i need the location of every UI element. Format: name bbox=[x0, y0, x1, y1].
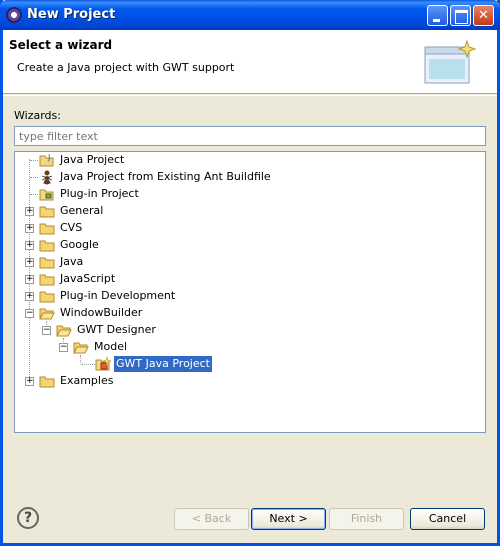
tree-item-label: Examples bbox=[60, 374, 114, 387]
tree-connector bbox=[30, 160, 38, 161]
plugin-project-icon bbox=[39, 189, 54, 201]
banner-title: Select a wizard bbox=[9, 38, 113, 52]
folder-open-icon bbox=[56, 325, 72, 337]
tree-item-label: CVS bbox=[60, 221, 83, 234]
ant-icon bbox=[41, 170, 53, 185]
tree-connector bbox=[81, 364, 95, 365]
help-icon[interactable]: ? bbox=[17, 507, 39, 529]
expand-cvs-toggle[interactable]: + bbox=[25, 224, 34, 233]
svg-text:J: J bbox=[47, 153, 50, 162]
minimize-button[interactable] bbox=[427, 5, 448, 26]
tree-connector bbox=[29, 159, 30, 381]
tree-item-label: Java bbox=[60, 255, 84, 268]
cancel-button[interactable]: Cancel bbox=[410, 508, 485, 530]
folder-icon bbox=[39, 291, 55, 303]
tree-connector bbox=[30, 194, 38, 195]
gwt-project-icon bbox=[95, 356, 111, 371]
folder-icon bbox=[39, 376, 55, 388]
tree-item-label: General bbox=[60, 204, 104, 217]
window-title: New Project bbox=[27, 7, 116, 22]
close-button[interactable]: ✕ bbox=[473, 5, 494, 26]
finish-button[interactable]: Finish bbox=[329, 508, 404, 530]
collapse-windowbuilder-toggle[interactable]: − bbox=[25, 309, 34, 318]
next-button[interactable]: Next > bbox=[251, 508, 326, 530]
java-project-icon: J bbox=[39, 153, 54, 167]
expand-javascript-toggle[interactable]: + bbox=[25, 275, 34, 284]
expand-plugin-development-toggle[interactable]: + bbox=[25, 292, 34, 301]
maximize-button[interactable] bbox=[450, 5, 471, 26]
expand-examples-toggle[interactable]: + bbox=[25, 377, 34, 386]
tree-item-label: Java Project from Existing Ant Buildfile bbox=[60, 170, 271, 183]
tree-item-label: GWT Java Project bbox=[114, 356, 212, 372]
folder-icon bbox=[39, 240, 55, 252]
tree-item-label: Java Project bbox=[60, 153, 125, 166]
filter-input[interactable] bbox=[14, 126, 486, 146]
collapse-model-toggle[interactable]: − bbox=[59, 343, 68, 352]
dialog-content: Select a wizard Create a Java project wi… bbox=[3, 30, 497, 543]
banner-description: Create a Java project with GWT support bbox=[17, 61, 235, 74]
wizard-banner: Select a wizard Create a Java project wi… bbox=[3, 30, 497, 94]
tree-item-label: Google bbox=[60, 238, 99, 251]
eclipse-icon bbox=[6, 7, 22, 23]
tree-item-label: JavaScript bbox=[60, 272, 116, 285]
new-wizard-icon bbox=[424, 39, 477, 84]
tree-item-label: Plug-in Development bbox=[60, 289, 176, 302]
folder-icon bbox=[39, 257, 55, 269]
folder-icon bbox=[39, 206, 55, 218]
wizards-tree[interactable]: J Java Project Java Project from Existin… bbox=[14, 151, 486, 433]
folder-open-icon bbox=[39, 308, 55, 320]
tree-item-label: Model bbox=[94, 340, 128, 353]
folder-icon bbox=[39, 274, 55, 286]
tree-connector bbox=[80, 355, 81, 363]
folder-icon bbox=[39, 223, 55, 235]
banner-separator bbox=[3, 95, 497, 96]
tree-item-label: WindowBuilder bbox=[60, 306, 143, 319]
expand-google-toggle[interactable]: + bbox=[25, 241, 34, 250]
tree-connector bbox=[30, 177, 38, 178]
back-button[interactable]: < Back bbox=[174, 508, 249, 530]
wizards-label: Wizards: bbox=[14, 109, 61, 122]
collapse-gwt-designer-toggle[interactable]: − bbox=[42, 326, 51, 335]
tree-item-label: Plug-in Project bbox=[60, 187, 139, 200]
expand-java-toggle[interactable]: + bbox=[25, 258, 34, 267]
tree-item-label: GWT Designer bbox=[77, 323, 156, 336]
expand-general-toggle[interactable]: + bbox=[25, 207, 34, 216]
title-bar[interactable]: New Project ✕ bbox=[0, 0, 500, 30]
folder-open-icon bbox=[73, 342, 89, 354]
